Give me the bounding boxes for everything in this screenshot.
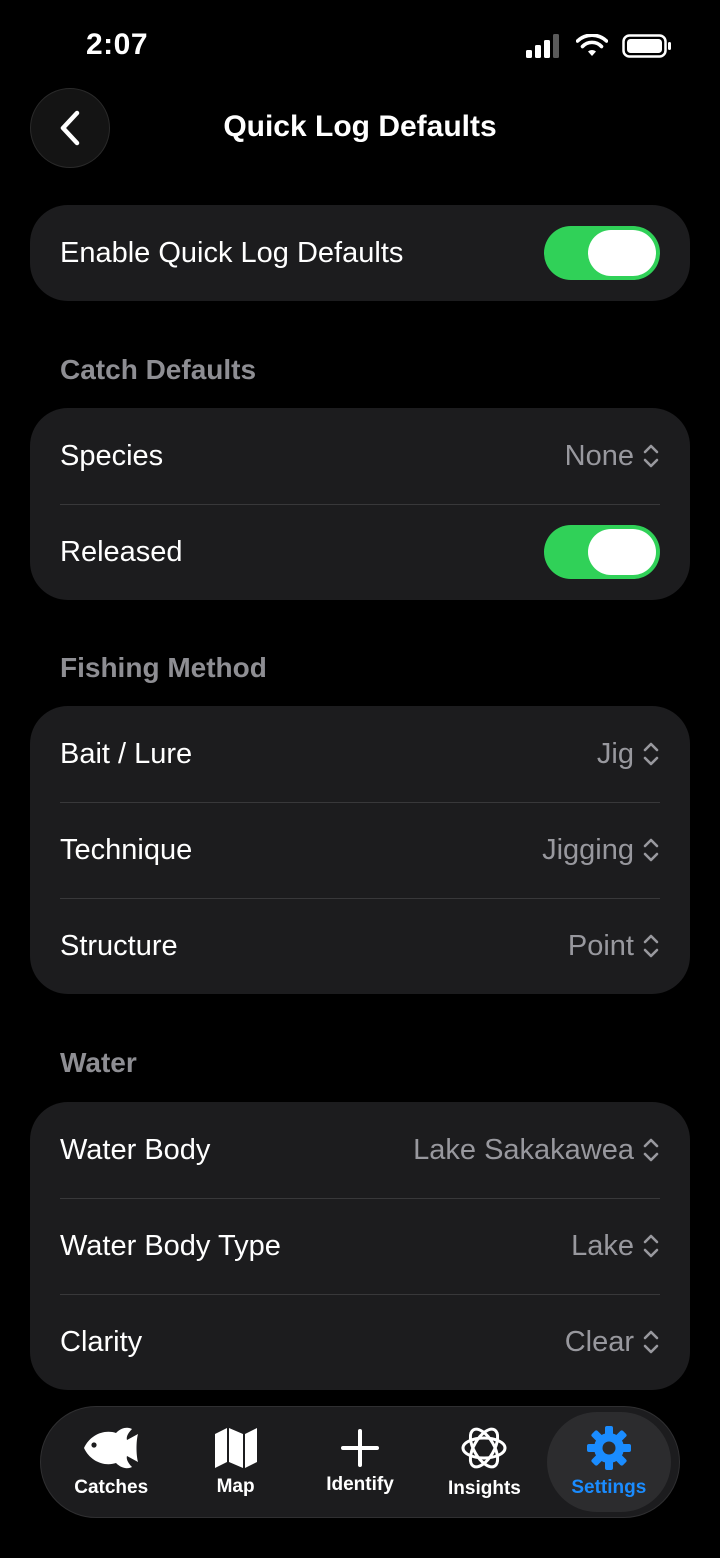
bait-lure-value: Jig (596, 737, 634, 770)
section-header-water: Water (60, 1047, 137, 1078)
fishing-method-card: Bait / Lure Jig Technique Jigging Struct… (30, 706, 690, 994)
structure-label: Structure (60, 929, 178, 962)
species-picker[interactable]: None (565, 440, 660, 473)
page-title: Quick Log Defaults (223, 110, 497, 143)
chevron-up-down-icon (643, 1138, 659, 1162)
water-body-type-label: Water Body Type (60, 1229, 281, 1262)
technique-value: Jigging (542, 833, 634, 866)
chevron-up-down-icon (643, 1330, 659, 1354)
tab-catches-label: Catches (74, 1477, 149, 1498)
clarity-value: Clear (564, 1325, 634, 1358)
water-body-value: Lake Sakakawea (413, 1133, 634, 1166)
plus-icon (341, 1429, 380, 1467)
tab-map[interactable]: Map (173, 1412, 297, 1512)
chevron-up-down-icon (643, 444, 659, 468)
water-body-picker[interactable]: Lake Sakakawea (413, 1134, 660, 1167)
structure-value: Point (567, 929, 634, 962)
enable-quick-log-label: Enable Quick Log Defaults (60, 236, 404, 269)
status-icons (526, 34, 672, 58)
tab-insights[interactable]: Insights (422, 1412, 546, 1512)
chevron-up-down-icon (643, 838, 659, 862)
battery-icon (622, 34, 671, 58)
species-label: Species (60, 439, 164, 472)
tab-identify[interactable]: Identify (298, 1412, 422, 1512)
nav-header: Quick Log Defaults (0, 88, 720, 168)
bait-lure-picker[interactable]: Jig (597, 738, 660, 771)
tab-bar: Catches Map Identify Insights Settings (40, 1406, 680, 1518)
atom-icon (461, 1427, 507, 1469)
gear-icon (586, 1426, 631, 1470)
section-header-fishing: Fishing Method (60, 652, 267, 683)
chevron-up-down-icon (643, 742, 659, 766)
technique-picker[interactable]: Jigging (542, 834, 660, 867)
structure-picker[interactable]: Point (568, 930, 660, 963)
fish-icon (84, 1427, 139, 1469)
released-row[interactable]: Released (30, 504, 690, 600)
tab-insights-label: Insights (448, 1478, 521, 1499)
clarity-picker[interactable]: Clear (565, 1326, 660, 1359)
species-row[interactable]: Species None (30, 408, 690, 504)
catch-defaults-card: Species None Released (30, 408, 690, 600)
bait-lure-label: Bait / Lure (60, 737, 193, 770)
water-body-type-row[interactable]: Water Body Type Lake (30, 1198, 690, 1294)
released-toggle[interactable] (544, 525, 660, 579)
enable-quick-log-row[interactable]: Enable Quick Log Defaults (30, 205, 690, 301)
technique-row[interactable]: Technique Jigging (30, 802, 690, 898)
tab-settings-label: Settings (571, 1477, 647, 1498)
water-body-row[interactable]: Water Body Lake Sakakawea (30, 1102, 690, 1198)
tab-identify-label: Identify (326, 1474, 394, 1495)
toggle-knob (588, 230, 656, 276)
chevron-up-down-icon (643, 1234, 659, 1258)
bait-lure-row[interactable]: Bait / Lure Jig (30, 706, 690, 802)
released-label: Released (60, 535, 183, 568)
water-card: Water Body Lake Sakakawea Water Body Typ… (30, 1102, 690, 1390)
map-icon (214, 1428, 257, 1468)
clarity-label: Clarity (60, 1325, 143, 1358)
technique-label: Technique (60, 833, 193, 866)
clarity-row[interactable]: Clarity Clear (30, 1294, 690, 1390)
chevron-up-down-icon (643, 934, 659, 958)
wifi-icon (576, 34, 608, 56)
water-body-type-picker[interactable]: Lake (571, 1230, 660, 1263)
tab-map-label: Map (216, 1476, 255, 1497)
enable-quick-log-toggle[interactable] (544, 226, 660, 280)
tab-settings[interactable]: Settings (546, 1412, 672, 1512)
species-value: None (564, 439, 634, 472)
tab-catches[interactable]: Catches (49, 1412, 173, 1512)
water-body-type-value: Lake (571, 1229, 634, 1262)
water-body-label: Water Body (60, 1133, 211, 1166)
quick-log-toggle-card: Enable Quick Log Defaults (30, 205, 690, 301)
cellular-signal-icon (526, 34, 559, 58)
toggle-knob (588, 529, 656, 575)
structure-row[interactable]: Structure Point (30, 898, 690, 994)
status-time: 2:07 (86, 28, 149, 61)
section-header-catch: Catch Defaults (60, 354, 257, 385)
status-bar: 2:07 (0, 0, 720, 96)
